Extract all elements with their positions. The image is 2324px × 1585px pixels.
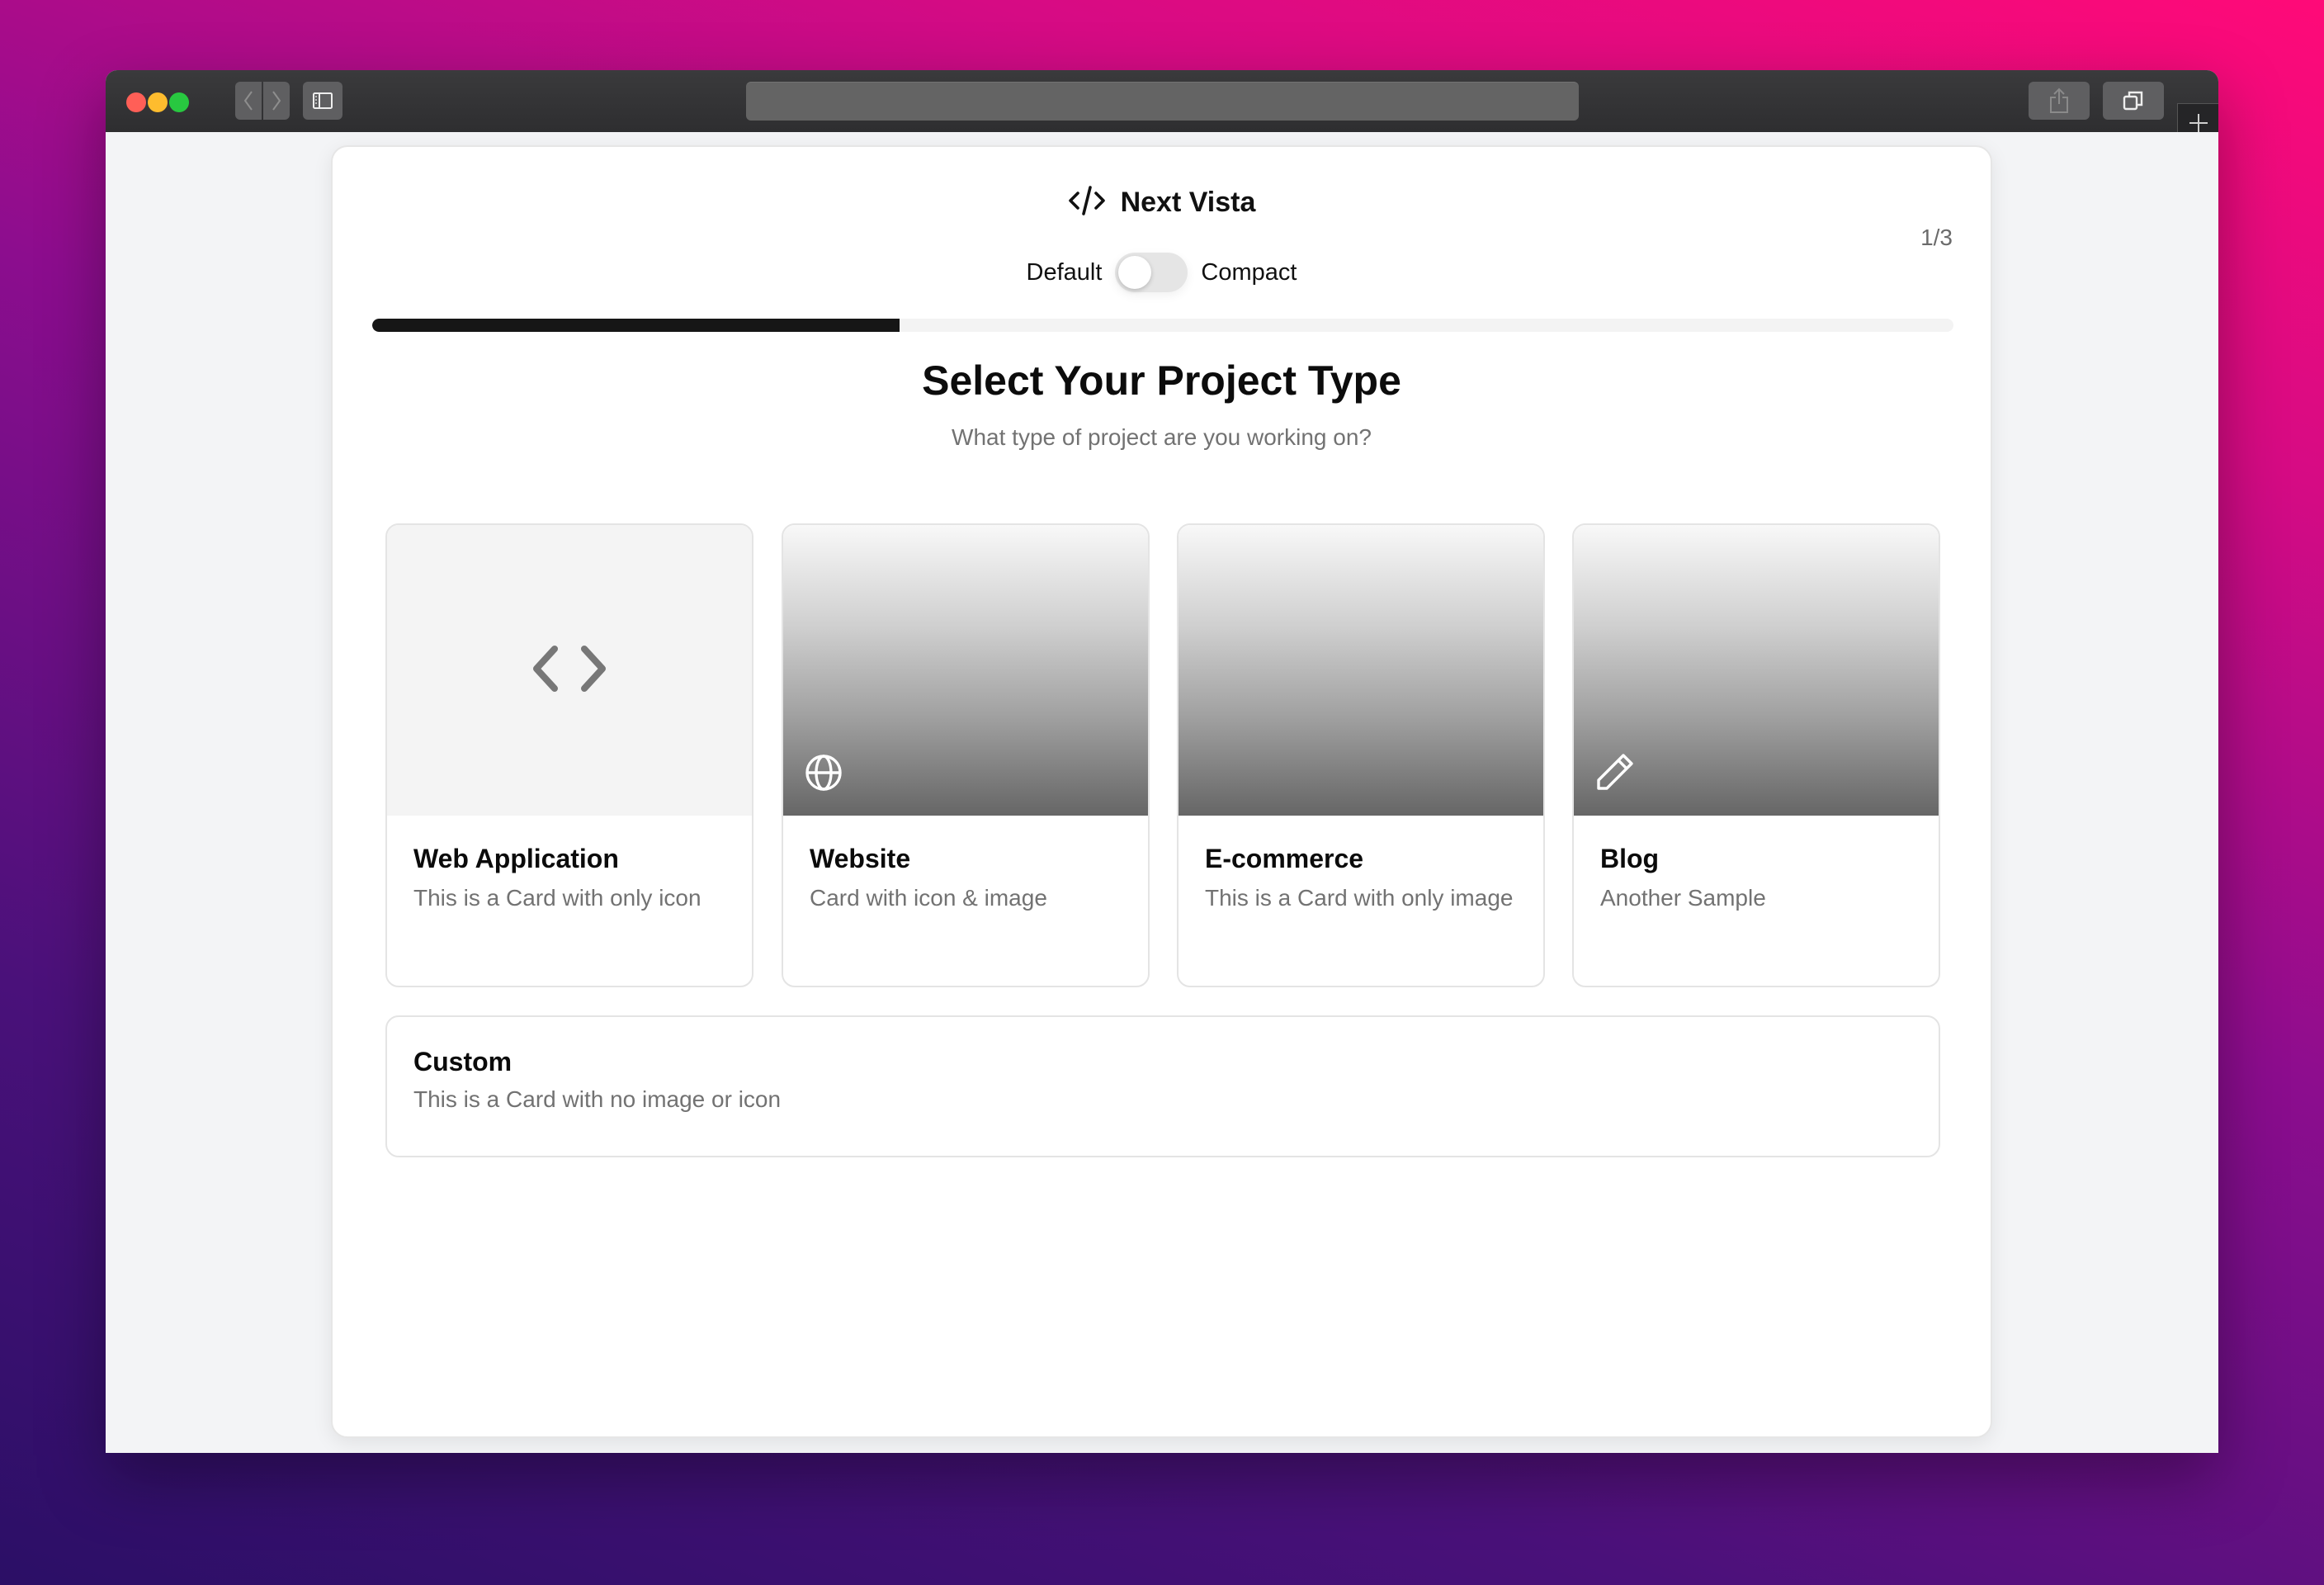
density-toggle-row: Default Compact xyxy=(333,253,1991,292)
code-icon xyxy=(1068,185,1106,220)
forward-icon xyxy=(271,90,282,111)
tabs-icon xyxy=(2123,90,2144,111)
code-brackets-icon xyxy=(530,642,609,699)
globe-icon xyxy=(805,754,843,796)
option-title: Web Application xyxy=(413,844,619,873)
option-title: Blog xyxy=(1600,844,1660,873)
page-title: Select Your Project Type xyxy=(922,357,1401,404)
option-card-website[interactable]: Website Card with icon & image xyxy=(782,523,1150,987)
toggle-label-compact: Compact xyxy=(1201,258,1297,286)
progress-fill xyxy=(372,319,900,332)
option-card-web-application[interactable]: Web Application This is a Card with only… xyxy=(385,523,753,987)
onboarding-card: Next Vista 1/3 Default Compact Select Yo… xyxy=(331,145,1992,1438)
option-description: Another Sample xyxy=(1600,885,1766,911)
toggle-knob xyxy=(1118,256,1152,289)
option-description: This is a Card with no image or icon xyxy=(413,1086,782,1112)
app-name: Next Vista xyxy=(1120,187,1256,218)
card-image xyxy=(783,525,1148,816)
page-content: Next Vista 1/3 Default Compact Select Yo… xyxy=(106,132,2218,1453)
option-title: Website xyxy=(810,844,911,873)
option-title: Custom xyxy=(413,1047,513,1076)
address-bar[interactable] xyxy=(746,82,1579,121)
forward-button[interactable] xyxy=(263,82,290,120)
toggle-label-default: Default xyxy=(1026,258,1103,286)
option-description: This is a Card with only image xyxy=(1205,885,1514,911)
back-icon xyxy=(243,90,254,111)
browser-window: Next Vista 1/3 Default Compact Select Yo… xyxy=(106,70,2218,1453)
sidebar-icon xyxy=(313,92,333,109)
minimize-window-button[interactable] xyxy=(148,92,168,112)
maximize-window-button[interactable] xyxy=(169,92,189,112)
card-image xyxy=(1179,525,1543,816)
sidebar-toggle-button[interactable] xyxy=(303,82,342,120)
option-card-e-commerce[interactable]: E-commerce This is a Card with only imag… xyxy=(1177,523,1545,987)
option-description: This is a Card with only icon xyxy=(413,885,701,911)
card-image xyxy=(1574,525,1939,816)
close-window-button[interactable] xyxy=(126,92,146,112)
density-toggle[interactable] xyxy=(1115,253,1188,292)
option-card-custom[interactable]: Custom This is a Card with no image or i… xyxy=(385,1015,1940,1157)
option-description: Card with icon & image xyxy=(810,885,1047,911)
option-card-blog[interactable]: Blog Another Sample xyxy=(1572,523,1940,987)
browser-titlebar xyxy=(106,70,2218,145)
page-subtitle: What type of project are you working on? xyxy=(952,424,1372,450)
progress-bar xyxy=(372,319,1953,332)
option-title: E-commerce xyxy=(1205,844,1364,873)
step-counter: 1/3 xyxy=(1920,225,1953,250)
pencil-icon xyxy=(1595,752,1635,796)
app-logo: Next Vista xyxy=(333,185,1991,220)
tab-overview-button[interactable] xyxy=(2103,82,2164,120)
share-button[interactable] xyxy=(2029,82,2090,120)
share-icon xyxy=(2049,88,2069,114)
back-button[interactable] xyxy=(235,82,262,120)
card-media xyxy=(387,525,752,816)
